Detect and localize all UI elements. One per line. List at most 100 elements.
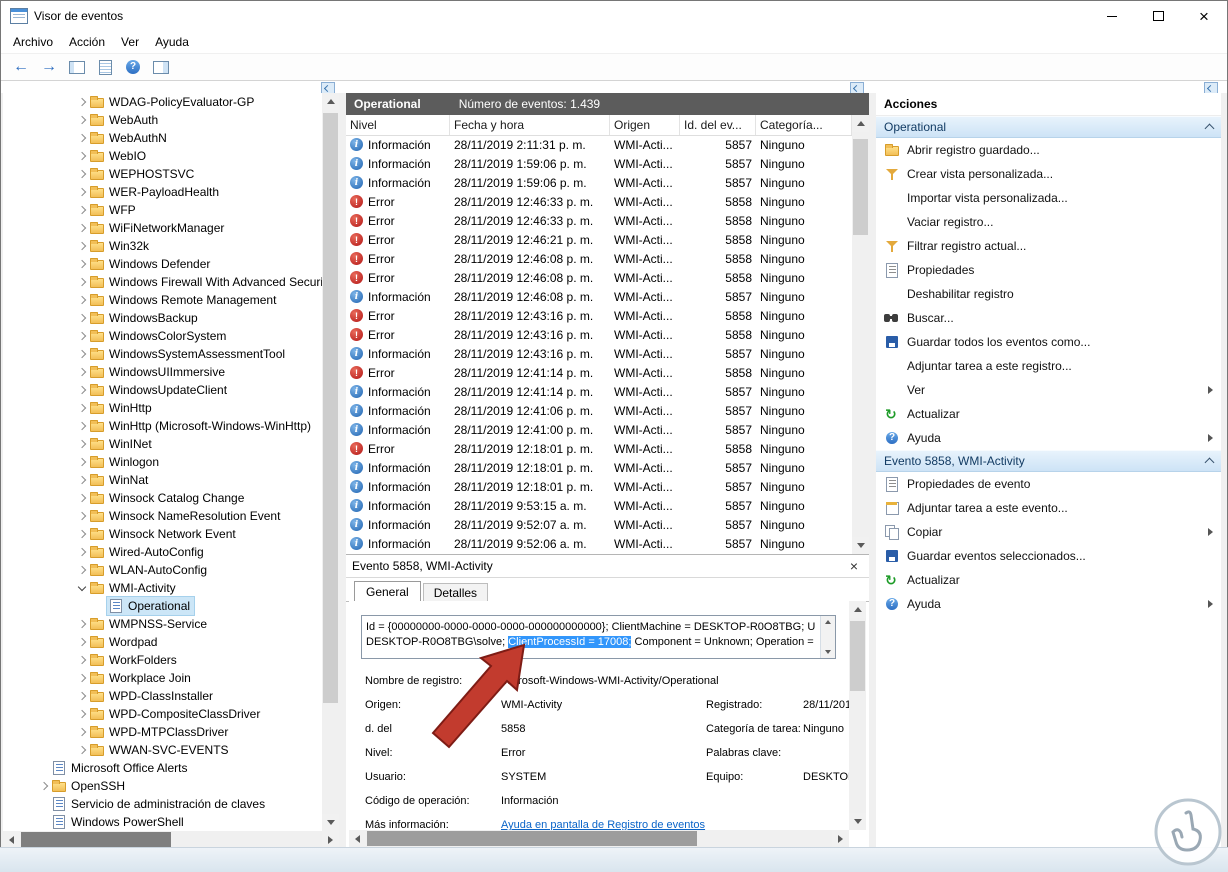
- tree-item[interactable]: Windows Defender: [3, 255, 322, 273]
- tree-item[interactable]: Winlogon: [3, 453, 322, 471]
- action-actualizar[interactable]: Actualizar: [876, 568, 1221, 592]
- tree-collapse-icon[interactable]: [75, 579, 88, 597]
- event-row[interactable]: Información 28/11/2019 9:52:06 a. m. WMI-A…: [346, 534, 852, 553]
- tree-expand-icon[interactable]: [75, 687, 88, 705]
- tree-expand-icon[interactable]: [75, 93, 88, 111]
- tree-item[interactable]: WMPNSS-Service: [3, 615, 322, 633]
- close-button[interactable]: [1181, 1, 1227, 31]
- tree-horizontal-scrollbar[interactable]: [3, 831, 339, 848]
- preview-vertical-scrollbar[interactable]: [849, 601, 866, 830]
- scroll-down-button[interactable]: [849, 813, 866, 830]
- event-row[interactable]: Información 28/11/2019 12:41:06 p. m. WMI-…: [346, 401, 852, 420]
- event-row[interactable]: Error 28/11/2019 12:46:21 p. m. WMI-Acti..…: [346, 230, 852, 249]
- tree-item[interactable]: Windows Remote Management: [3, 291, 322, 309]
- tree-expand-icon[interactable]: [75, 219, 88, 237]
- tree-expand-icon[interactable]: [75, 129, 88, 147]
- tree-item[interactable]: Windows Firewall With Advanced Security: [3, 273, 322, 291]
- action-ver[interactable]: Ver: [876, 378, 1221, 402]
- toolbar-export-list-icon[interactable]: [93, 56, 117, 78]
- event-row[interactable]: Información 28/11/2019 12:46:08 p. m. WMI-…: [346, 287, 852, 306]
- tree-expand-icon[interactable]: [75, 543, 88, 561]
- minimize-button[interactable]: [1089, 1, 1135, 31]
- tree-expand-icon[interactable]: [75, 615, 88, 633]
- action-guardar-todos-los-eventos-como[interactable]: Guardar todos los eventos como...: [876, 330, 1221, 354]
- tree-item[interactable]: OpenSSH: [3, 777, 322, 795]
- tree-item[interactable]: WPD-ClassInstaller: [3, 687, 322, 705]
- tree-item[interactable]: WebAuthN: [3, 129, 322, 147]
- scroll-right-button[interactable]: [832, 830, 849, 847]
- scroll-up-button[interactable]: [322, 93, 339, 110]
- event-row[interactable]: Información 28/11/2019 9:52:07 a. m. WMI-A…: [346, 515, 852, 534]
- tree-expand-icon[interactable]: [75, 705, 88, 723]
- tree-item[interactable]: Servicio de administración de claves: [3, 795, 322, 813]
- close-preview-icon[interactable]: ×: [845, 558, 863, 574]
- tree-item[interactable]: WindowsBackup: [3, 309, 322, 327]
- tree-expand-icon[interactable]: [37, 777, 50, 795]
- tree-expand-icon[interactable]: [75, 201, 88, 219]
- tree-item[interactable]: Microsoft Office Alerts: [3, 759, 322, 777]
- tree-expand-icon[interactable]: [75, 147, 88, 165]
- action-vaciar-registro[interactable]: Vaciar registro...: [876, 210, 1221, 234]
- action-deshabilitar-registro[interactable]: Deshabilitar registro: [876, 282, 1221, 306]
- tree-expand-icon[interactable]: [75, 363, 88, 381]
- column-header-id-evento[interactable]: Id. del ev...: [680, 115, 756, 135]
- actions-section-header[interactable]: Operational: [876, 116, 1221, 138]
- tree-expand-icon[interactable]: [75, 273, 88, 291]
- tree-expand-icon[interactable]: [75, 723, 88, 741]
- tree-item[interactable]: WPD-CompositeClassDriver: [3, 705, 322, 723]
- menu-ver[interactable]: Ver: [113, 32, 147, 52]
- tree-expand-icon[interactable]: [75, 309, 88, 327]
- scroll-thumb[interactable]: [21, 832, 171, 847]
- maximize-button[interactable]: [1135, 1, 1181, 31]
- action-filtrar-registro-actual[interactable]: Filtrar registro actual...: [876, 234, 1221, 258]
- event-row[interactable]: Información 28/11/2019 12:41:14 p. m. WMI-…: [346, 382, 852, 401]
- tree-item[interactable]: WinHttp: [3, 399, 322, 417]
- tree-expand-icon[interactable]: [75, 471, 88, 489]
- column-header-nivel[interactable]: Nivel: [346, 115, 450, 135]
- tree-item[interactable]: WEPHOSTSVC: [3, 165, 322, 183]
- tree-expand-icon[interactable]: [75, 111, 88, 129]
- action-propiedades[interactable]: Propiedades: [876, 258, 1221, 282]
- column-header-origen[interactable]: Origen: [610, 115, 680, 135]
- tree-expand-icon[interactable]: [75, 381, 88, 399]
- event-row[interactable]: Error 28/11/2019 12:46:08 p. m. WMI-Acti..…: [346, 249, 852, 268]
- tree-item[interactable]: WPD-MTPClassDriver: [3, 723, 322, 741]
- tree-expand-icon[interactable]: [75, 651, 88, 669]
- description-scrollbar[interactable]: [820, 616, 835, 658]
- tree-item[interactable]: WorkFolders: [3, 651, 322, 669]
- event-row[interactable]: Error 28/11/2019 12:43:16 p. m. WMI-Acti..…: [346, 306, 852, 325]
- tree-item[interactable]: WinINet: [3, 435, 322, 453]
- titlebar[interactable]: Visor de eventos: [1, 1, 1227, 31]
- action-actualizar[interactable]: Actualizar: [876, 402, 1221, 426]
- tree-expand-icon[interactable]: [75, 183, 88, 201]
- event-row[interactable]: Información 28/11/2019 12:43:16 p. m. WMI-…: [346, 344, 852, 363]
- tree-expand-icon[interactable]: [75, 453, 88, 471]
- event-row[interactable]: Información 28/11/2019 12:41:00 p. m. WMI-…: [346, 420, 852, 439]
- tree-item[interactable]: Wired-AutoConfig: [3, 543, 322, 561]
- scroll-thumb[interactable]: [367, 831, 697, 846]
- action-abrir-registro-guardado[interactable]: Abrir registro guardado...: [876, 138, 1221, 162]
- tree-item[interactable]: WindowsUIImmersive: [3, 363, 322, 381]
- menu-archivo[interactable]: Archivo: [5, 32, 61, 52]
- tab-detalles[interactable]: Detalles: [422, 583, 489, 602]
- actions-section-header[interactable]: Evento 5858, WMI-Activity: [876, 450, 1221, 472]
- tab-general[interactable]: General: [354, 581, 421, 602]
- toolbar-show-action-pane-icon[interactable]: [149, 56, 173, 78]
- toolbar-back-icon[interactable]: [9, 56, 33, 78]
- tree-expand-icon[interactable]: [75, 399, 88, 417]
- event-row[interactable]: Error 28/11/2019 12:46:33 p. m. WMI-Acti..…: [346, 211, 852, 230]
- tree-expand-icon[interactable]: [75, 291, 88, 309]
- tree-item[interactable]: Windows PowerShell: [3, 813, 322, 831]
- toolbar-help-icon[interactable]: [121, 56, 145, 78]
- tree-expand-icon[interactable]: [75, 633, 88, 651]
- menu-accion[interactable]: Acción: [61, 32, 113, 52]
- scroll-down-button[interactable]: [821, 646, 835, 658]
- scroll-down-button[interactable]: [322, 814, 339, 831]
- tree-expand-icon[interactable]: [75, 327, 88, 345]
- tree-item[interactable]: WinHttp (Microsoft-Windows-WinHttp): [3, 417, 322, 435]
- preview-horizontal-scrollbar[interactable]: [349, 830, 849, 847]
- tree-item[interactable]: WFP: [3, 201, 322, 219]
- action-guardar-eventos-seleccionados[interactable]: Guardar eventos seleccionados...: [876, 544, 1221, 568]
- tree-item[interactable]: WindowsSystemAssessmentTool: [3, 345, 322, 363]
- event-row[interactable]: Error 28/11/2019 12:18:01 p. m. WMI-Acti..…: [346, 439, 852, 458]
